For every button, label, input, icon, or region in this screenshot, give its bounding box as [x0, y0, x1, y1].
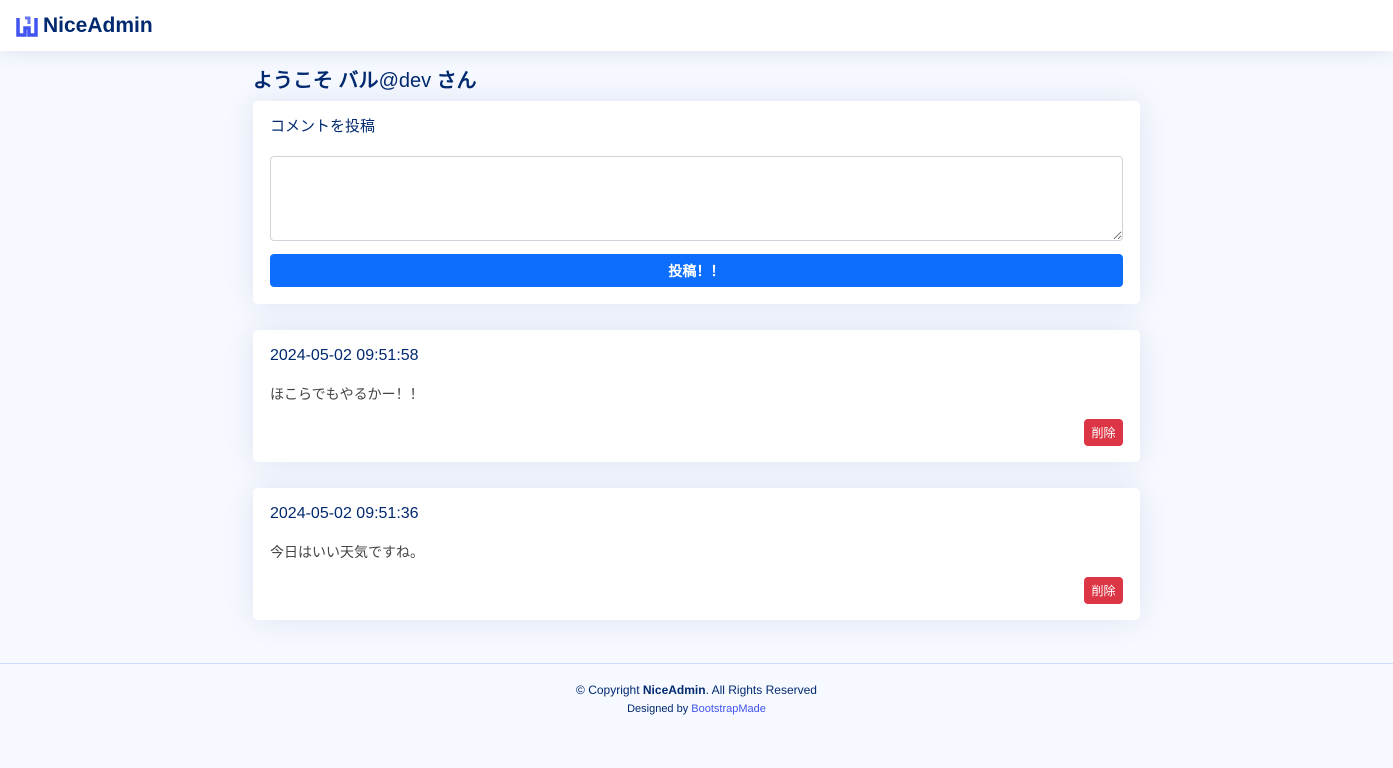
copyright-brand: NiceAdmin	[642, 683, 706, 697]
comment-text: ほこらでもやるかー！！	[270, 386, 424, 402]
copyright-suffix: . All Rights Reserved	[705, 683, 817, 697]
designer-link[interactable]: BootstrapMade	[691, 703, 766, 715]
welcome-prefix: ようこそ バル	[253, 70, 379, 92]
credits: Designed by BootstrapMade	[0, 703, 1393, 715]
delete-button[interactable]: 削除	[1084, 577, 1123, 604]
submit-button[interactable]: 投稿！！	[270, 254, 1123, 287]
delete-button[interactable]: 削除	[1084, 419, 1123, 446]
welcome-suffix: さん	[431, 70, 477, 92]
copyright-prefix: © Copyright	[576, 683, 643, 697]
page-title: ようこそ バル@dev さん	[253, 66, 1140, 101]
comment-card: 2024-05-02 09:51:58 ほこらでもやるかー！！ 削除	[253, 330, 1140, 462]
welcome-handle: @dev	[378, 70, 432, 92]
comment-timestamp: 2024-05-02 09:51:36	[270, 505, 419, 522]
logo[interactable]: NiceAdmin	[16, 14, 153, 38]
logo-text: NiceAdmin	[43, 13, 153, 37]
comment-input[interactable]	[270, 156, 1123, 241]
comment-text: 今日はいい天気ですね。	[270, 544, 424, 560]
top-header: NiceAdmin	[0, 0, 1393, 51]
comment-card: 2024-05-02 09:51:36 今日はいい天気ですね。 削除	[253, 488, 1140, 620]
footer: © Copyright NiceAdmin. All Rights Reserv…	[0, 663, 1393, 768]
comment-timestamp: 2024-05-02 09:51:58	[270, 347, 419, 364]
main-content: ようこそ バル@dev さん コメントを投稿 投稿！！ 2024-05-02 0…	[253, 62, 1140, 620]
post-comment-card: コメントを投稿 投稿！！	[253, 101, 1140, 304]
copyright: © Copyright NiceAdmin. All Rights Reserv…	[0, 683, 1393, 697]
niceadmin-logo-icon	[16, 16, 38, 37]
designed-by-label: Designed by	[627, 703, 692, 715]
post-form-title: コメントを投稿	[270, 118, 376, 135]
